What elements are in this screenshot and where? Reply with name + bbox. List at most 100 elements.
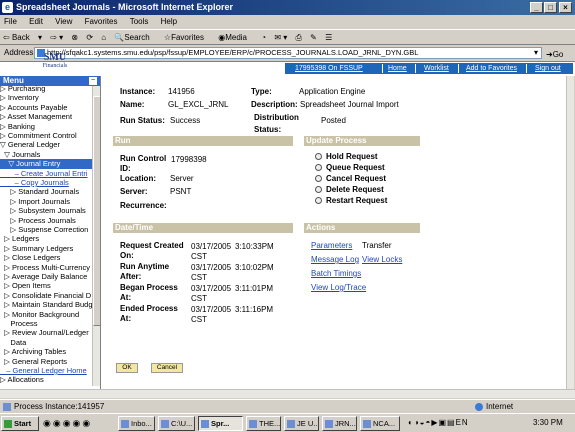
datetime-section-header: Date/Time — [113, 223, 293, 233]
datetime-label-suffix: On: — [120, 251, 134, 260]
restart-request-radio[interactable] — [315, 197, 322, 204]
hold-request-radio[interactable] — [315, 153, 322, 160]
close-button[interactable]: × — [559, 2, 572, 13]
time-value: 3:11:01PM — [235, 284, 274, 293]
server-value: PSNT — [170, 187, 192, 196]
timezone-value: CST — [191, 315, 207, 324]
media-button[interactable]: ◉Media — [218, 33, 253, 42]
location-value: Server — [170, 174, 194, 183]
ie-icon: e — [2, 2, 13, 13]
ok-button[interactable]: OK — [116, 363, 138, 373]
refresh-icon[interactable]: ⟳ — [86, 33, 93, 42]
time-value: 3:10:33PM — [235, 242, 274, 251]
datetime-label-suffix: After: — [120, 272, 142, 281]
nav-divider — [382, 64, 383, 73]
clock: 3:30 PM — [533, 418, 563, 427]
stop-icon[interactable]: ⊗ — [71, 33, 78, 42]
parameters-link[interactable]: Parameters — [311, 241, 352, 250]
print-icon[interactable]: ⎙ — [296, 33, 302, 42]
cancel-request-radio[interactable] — [315, 175, 322, 182]
favorites-button[interactable]: ☆Favorites — [164, 33, 210, 42]
quick-launch-icons[interactable]: ◉◉◉◉◉ — [43, 418, 92, 429]
back-button[interactable]: ⇦ Back ▾ — [3, 33, 42, 42]
task-app-icon — [121, 420, 129, 428]
main-content: Instance: 141956 Type: Application Engin… — [101, 76, 574, 389]
task-button[interactable]: NCA... — [360, 416, 400, 431]
date-value: 03/17/2005 — [191, 305, 232, 314]
datetime-label: Ended Process — [120, 304, 178, 313]
task-app-icon — [201, 420, 209, 428]
menu-help[interactable]: Help — [161, 17, 177, 26]
start-label: Start — [14, 419, 32, 428]
status-zone: Internet — [486, 402, 514, 411]
menu-favorites[interactable]: Favorites — [85, 17, 118, 26]
start-button[interactable]: Start — [1, 416, 39, 431]
task-label: JRN... — [335, 419, 356, 428]
address-input[interactable]: http://sfqakc1.systems.smu.edu/psp/fssup… — [34, 47, 542, 59]
menu-scroll-thumb[interactable] — [93, 96, 100, 326]
horizontal-scrollbar[interactable] — [0, 389, 575, 398]
menu-tools[interactable]: Tools — [130, 17, 149, 26]
transfer-text: Transfer — [362, 241, 392, 250]
status-page-icon — [3, 403, 11, 411]
search-button[interactable]: 🔍Search — [114, 33, 155, 42]
menu-edit[interactable]: Edit — [29, 17, 43, 26]
home-icon[interactable]: ⌂ — [101, 33, 106, 42]
system-tray-icons[interactable]: ◐◑◒◓▶▣▤EN — [408, 418, 469, 427]
menu-scrollbar[interactable] — [92, 86, 100, 386]
cancel-request-label: Cancel Request — [326, 174, 387, 183]
media-label: Media — [225, 33, 248, 42]
task-button[interactable]: C:\U... — [158, 416, 195, 431]
minimize-button[interactable]: _ — [530, 2, 543, 13]
view-log-trace-link[interactable]: View Log/Trace — [311, 283, 366, 292]
server-label: Server: — [120, 187, 148, 196]
view-locks-link[interactable]: View Locks — [362, 255, 402, 264]
content-scrollbar[interactable] — [566, 76, 574, 389]
menu-file[interactable]: File — [4, 17, 17, 26]
message-log-link[interactable]: Message Log — [311, 255, 359, 264]
menubar: File Edit View Favorites Tools Help — [0, 15, 575, 29]
task-label: Inbo... — [131, 419, 152, 428]
go-label: Go — [552, 50, 564, 59]
menu-item[interactable]: ▷ Allocations — [0, 375, 92, 385]
window-title: Spreadsheet Journals - Microsoft Interne… — [16, 2, 234, 12]
task-button[interactable]: JRN... — [322, 416, 357, 431]
nav-sign-out[interactable]: Sign out — [535, 63, 561, 74]
history-icon[interactable]: ◔ — [261, 33, 266, 42]
smu-logo[interactable]: SMU Financials — [30, 52, 80, 69]
discuss-icon[interactable]: ☰ — [325, 33, 332, 42]
cancel-button[interactable]: Cancel — [151, 363, 183, 373]
search-label: Search — [124, 33, 150, 42]
nav-home[interactable]: Home — [388, 63, 407, 74]
name-label: Name: — [120, 100, 145, 109]
logo-name: SMU — [43, 52, 67, 63]
task-button[interactable]: Spr... — [198, 416, 243, 431]
type-label: Type: — [251, 87, 272, 96]
batch-timings-link[interactable]: Batch Timings — [311, 269, 361, 278]
time-value: 3:10:02PM — [235, 263, 274, 272]
internet-zone-icon — [475, 403, 483, 411]
update-process-header: Update Process — [304, 136, 420, 146]
restart-request-label: Restart Request — [326, 196, 388, 205]
address-label: Address — [4, 48, 34, 57]
menu-view[interactable]: View — [55, 17, 72, 26]
nav-add-favorites[interactable]: Add to Favorites — [466, 63, 517, 74]
maximize-button[interactable]: □ — [544, 2, 557, 13]
task-button[interactable]: THE... — [246, 416, 281, 431]
datetime-label: Request Created — [120, 241, 184, 250]
nav-user-db[interactable]: 17995398 On FSSUP — [295, 63, 363, 74]
edit-icon[interactable]: ✎ — [310, 33, 317, 42]
forward-button[interactable]: ⇨ ▾ — [50, 33, 63, 42]
queue-request-radio[interactable] — [315, 164, 322, 171]
task-button[interactable]: Inbo... — [118, 416, 155, 431]
nav-worklist[interactable]: Worklist — [424, 63, 449, 74]
actions-header: Actions — [304, 223, 420, 233]
delete-request-radio[interactable] — [315, 186, 322, 193]
mail-icon[interactable]: ✉ ▾ — [274, 33, 287, 42]
run-section-header: Run — [113, 136, 293, 146]
logo-subtitle: Financials — [42, 63, 68, 69]
task-label: Spr... — [211, 419, 230, 428]
address-dropdown-icon[interactable]: ▾ — [534, 45, 538, 61]
taskbar: Start ◉◉◉◉◉ Inbo... C:\U... Spr... THE... JE… — [0, 413, 575, 432]
task-button[interactable]: JE U... — [284, 416, 319, 431]
